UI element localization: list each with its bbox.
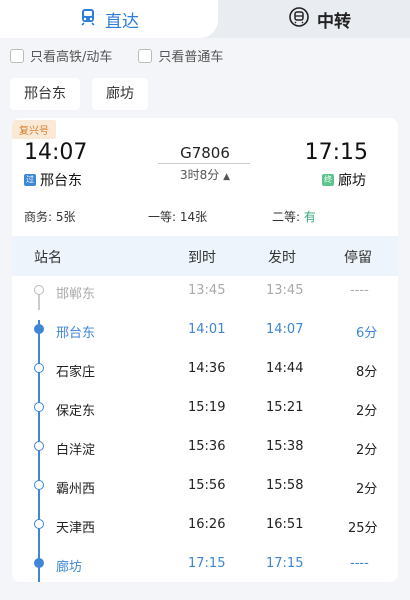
row-arrive: 14:01	[188, 322, 226, 337]
filter-regular-label: 只看普通车	[158, 50, 224, 65]
row-arrive: 15:56	[188, 478, 226, 493]
row-station: 保定东	[56, 404, 96, 419]
table-row: 白洋淀 15:36 15:38 2分	[12, 428, 398, 467]
row-station: 白洋淀	[56, 443, 96, 458]
table-row: 石家庄 14:36 14:44 8分	[12, 350, 398, 389]
row-depart: 15:58	[266, 478, 304, 493]
train-divider	[158, 163, 250, 164]
tab-transfer-label: 中转	[317, 11, 351, 32]
seat-availability: 商务: 5张 一等: 14张 二等: 有	[12, 208, 398, 232]
seat-second-value: 有	[303, 210, 316, 224]
to-station: 终 廊坊	[322, 170, 366, 190]
row-station: 邯郸东	[56, 287, 96, 302]
chip-from-station[interactable]: 邢台东	[10, 78, 80, 110]
row-depart: 13:45	[266, 283, 304, 298]
seat-first: 一等: 14张	[148, 210, 208, 224]
row-arrive: 16:26	[188, 517, 226, 532]
stops-table: 邯郸东 13:45 13:45 ---- 邢台东 14:01 14:07 6分 …	[12, 272, 398, 582]
row-depart: 17:15	[266, 556, 304, 571]
table-row: 廊坊 17:15 17:15 ----	[12, 545, 398, 582]
table-row: 霸州西 15:56 15:58 2分	[12, 467, 398, 506]
header-stop: 停留	[344, 250, 372, 266]
row-station: 石家庄	[56, 365, 96, 380]
terminal-tag-icon: 终	[322, 174, 334, 186]
table-row: 邯郸东 13:45 13:45 ----	[12, 272, 398, 311]
stops-table-header: 站名 到时 发时 停留	[12, 236, 398, 276]
filter-options: 只看高铁/动车 只看普通车	[10, 46, 223, 65]
tab-transfer[interactable]: 中转	[230, 0, 410, 38]
row-depart: 16:51	[266, 517, 304, 532]
row-depart: 14:44	[266, 361, 304, 376]
row-stop: 8分	[356, 365, 378, 380]
row-depart: 15:38	[266, 439, 304, 454]
header-station: 站名	[34, 250, 62, 266]
row-station: 邢台东	[56, 326, 96, 341]
station-chips: 邢台东 廊坊	[10, 78, 148, 110]
high-speed-checkbox[interactable]	[10, 48, 24, 63]
duration-text: 3时8分	[179, 168, 220, 182]
filter-high-speed-label: 只看高铁/动车	[30, 50, 113, 65]
row-stop: 25分	[348, 521, 378, 536]
filter-regular[interactable]: 只看普通车	[138, 46, 223, 65]
seat-business: 商务: 5张	[24, 210, 76, 224]
train-icon	[79, 8, 97, 30]
transfer-train-icon	[289, 7, 309, 31]
regular-checkbox[interactable]	[138, 48, 153, 63]
row-station: 霸州西	[56, 482, 96, 497]
stop-dot-icon	[34, 480, 44, 490]
top-tab-bar: 直达 中转	[0, 0, 410, 38]
stop-dot-icon	[34, 519, 44, 529]
filter-high-speed[interactable]: 只看高铁/动车	[10, 46, 112, 65]
row-arrive: 14:36	[188, 361, 226, 376]
header-depart: 发时	[268, 250, 296, 266]
train-type-badge: 复兴号	[12, 120, 56, 139]
tab-direct[interactable]: 直达	[0, 0, 218, 38]
row-stop: 2分	[356, 443, 378, 458]
row-station: 廊坊	[56, 560, 83, 575]
header-arrive: 到时	[188, 250, 216, 266]
row-arrive: 13:45	[188, 283, 226, 298]
row-stop: ----	[350, 556, 369, 571]
table-row: 天津西 16:26 16:51 25分	[12, 506, 398, 545]
stop-dot-icon	[34, 285, 44, 295]
seat-second-label: 二等:	[272, 210, 301, 224]
train-card[interactable]: 复兴号 14:07 过 邢台东 G7806 3时8分 ▲ 17:15 终 廊坊 …	[12, 118, 398, 582]
row-stop: 2分	[356, 482, 378, 497]
row-depart: 15:21	[266, 400, 304, 415]
row-stop: 2分	[356, 404, 378, 419]
stop-dot-icon	[34, 402, 44, 412]
stop-dot-icon	[34, 441, 44, 451]
table-row: 邢台东 14:01 14:07 6分	[12, 311, 398, 350]
chip-to-station[interactable]: 廊坊	[92, 78, 148, 110]
tab-direct-label: 直达	[105, 11, 139, 32]
row-arrive: 15:19	[188, 400, 226, 415]
to-station-name: 廊坊	[338, 173, 366, 189]
stop-dot-icon	[34, 324, 44, 334]
row-arrive: 15:36	[188, 439, 226, 454]
caret-up-icon: ▲	[223, 172, 231, 182]
seat-second: 二等: 有	[272, 208, 316, 225]
row-stop: 6分	[356, 326, 378, 341]
row-stop: ----	[350, 283, 369, 298]
arrive-time: 17:15	[304, 140, 368, 165]
stop-dot-icon	[34, 363, 44, 373]
row-depart: 14:07	[266, 322, 304, 337]
stop-dot-icon	[34, 558, 44, 568]
row-arrive: 17:15	[188, 556, 226, 571]
table-row: 保定东 15:19 15:21 2分	[12, 389, 398, 428]
row-station: 天津西	[56, 521, 96, 536]
